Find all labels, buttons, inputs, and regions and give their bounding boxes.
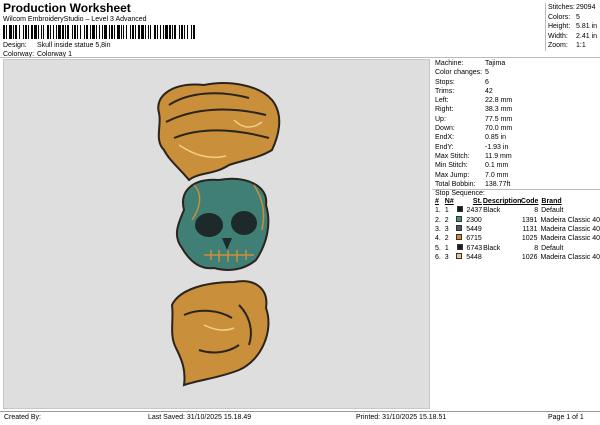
param-row: Max Jump: 7.0 mm [435, 171, 509, 179]
param-row: Trims: 42 [435, 87, 493, 95]
embroidery-design-image [157, 82, 281, 387]
param-row: Total Bobbin: 138.77ft [435, 180, 511, 188]
created-by: Created By: [4, 414, 41, 421]
color-swatch [456, 243, 463, 250]
param-row: EndX: 0.85 in [435, 134, 507, 142]
stats-panel: Stitches: 29094 Colors: 5 Height: 5.81 in W… [545, 3, 600, 51]
design-row: Design: Skull inside statue 5,8in [3, 42, 111, 49]
page-title: Production Worksheet [3, 1, 131, 15]
stop-sequence-title: Stop Sequence: [435, 190, 485, 198]
machine-params: Machine: Tajima Color changes: 5 Stops: 6 T… [432, 59, 600, 189]
stop-row: 1. 1 2437 Black 8 Default [435, 206, 564, 215]
parameters-panel: Machine: Tajima Color changes: 5 Stops: 6 T… [432, 59, 600, 409]
col-brand: Brand [541, 198, 562, 206]
color-swatch [456, 215, 463, 222]
stop-sequence-rows: 1. 1 2437 Black 8 Default 2. 2 2300 1391… [432, 206, 600, 262]
barcode [3, 25, 196, 39]
stop-row: 2. 2 2300 1391 Madeira Classic 40 [435, 215, 600, 224]
col-num: # [435, 198, 439, 206]
design-preview [3, 59, 430, 409]
color-swatch [456, 252, 463, 259]
param-row: Down: 70.0 mm [435, 125, 513, 133]
col-stitches: St. [472, 198, 482, 206]
col-description: Description [482, 198, 522, 206]
col-code: Code [520, 198, 539, 206]
param-row: EndY: -1.93 in [435, 143, 509, 151]
param-row: Right: 38.3 mm [435, 106, 513, 114]
param-row: Left: 22.8 mm [435, 97, 513, 105]
design-label: Design: [3, 42, 27, 49]
stop-row: 3. 3 5449 1131 Madeira Classic 40 [435, 225, 600, 234]
page-number: Page 1 of 1 [548, 414, 584, 421]
stop-row: 6. 3 5448 1026 Madeira Classic 40 [435, 252, 600, 261]
stat-height: Height: 5.81 in [548, 23, 598, 30]
param-row: Up: 77.5 mm [435, 115, 513, 123]
stat-zoom: Zoom: 1:1 [548, 42, 586, 49]
param-row: Stops: 6 [435, 78, 489, 86]
param-row: Color changes: 5 [435, 69, 489, 77]
color-swatch [456, 234, 463, 241]
col-needle: N# [444, 198, 454, 206]
color-swatch [456, 206, 463, 213]
param-row: Min Stitch: 0.1 mm [435, 162, 509, 170]
param-row: Machine: Tajima [435, 60, 506, 67]
stop-row: 4. 2 6715 1025 Madeira Classic 40 [435, 234, 600, 243]
software-subtitle: Wilcom EmbroideryStudio – Level 3 Advanc… [3, 16, 147, 23]
design-value: Skull inside statue 5,8in [36, 42, 111, 49]
footer: Created By: Last Saved: 31/10/2025 15.18… [0, 411, 600, 425]
barcode-bar [193, 25, 196, 39]
stat-stitches: Stitches: 29094 [548, 4, 596, 11]
color-swatch [456, 225, 463, 232]
last-saved: Last Saved: 31/10/2025 15.18.49 [148, 414, 252, 421]
param-row: Max Stitch: 11.9 mm [435, 152, 512, 160]
stop-sequence-header: # N# St. Description Code Brand [432, 197, 600, 206]
header-divider [0, 57, 600, 58]
stop-row: 5. 1 6743 Black 8 Default [435, 243, 564, 252]
stat-colors: Colors: 5 [548, 13, 580, 21]
printed-date: Printed: 31/10/2025 15.18.51 [356, 414, 447, 421]
stat-width: Width: 2.41 in [548, 32, 598, 40]
